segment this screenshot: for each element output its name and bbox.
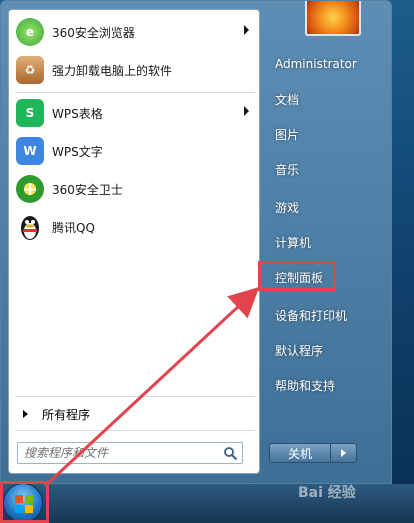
- pointer-arrow: [43, 286, 260, 488]
- watermark-text: Bai 经验: [298, 485, 356, 501]
- annotation-arrows: [43, 286, 260, 488]
